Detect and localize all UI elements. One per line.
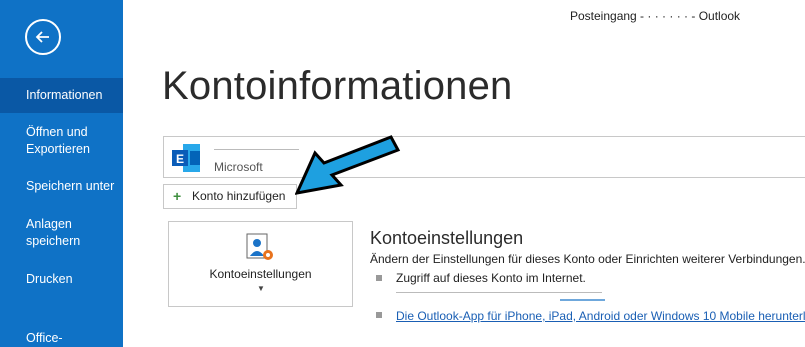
sidebar-item-informationen[interactable]: Informationen	[0, 78, 123, 113]
sidebar-item-oeffnen-exportieren[interactable]: Öffnen und Exportieren	[0, 124, 110, 158]
sidebar-item-label: Speichern unter	[26, 179, 115, 193]
add-account-button[interactable]: + Konto hinzufügen	[163, 184, 297, 209]
redacted-link-underline	[560, 299, 605, 301]
sidebar-item-anlagen-speichern[interactable]: Anlagen speichern	[0, 216, 110, 250]
account-selector[interactable]: E Microsoft	[163, 136, 805, 178]
svg-text:E: E	[176, 152, 184, 166]
account-settings-icon	[246, 233, 273, 260]
dropdown-caret-icon: ▼	[257, 284, 265, 293]
sidebar-item-speichern-unter[interactable]: Speichern unter	[0, 178, 123, 195]
add-account-label: Konto hinzufügen	[192, 189, 286, 203]
sidebar-item-drucken[interactable]: Drucken	[0, 271, 123, 288]
sidebar-item-office[interactable]: Office-	[0, 330, 123, 347]
bullet-icon	[376, 275, 382, 281]
section-title: Kontoeinstellungen	[370, 228, 524, 248]
account-type: Microsoft	[214, 160, 263, 174]
redacted-link	[396, 292, 602, 293]
web-access-text: Zugriff auf dieses Konto im Internet.	[396, 271, 586, 285]
outlook-app-download-link[interactable]: Die Outlook-App für iPhone, iPad, Androi…	[396, 309, 805, 323]
sidebar-item-label: Office-	[26, 331, 63, 345]
backstage-sidebar: Informationen Öffnen und Exportieren Spe…	[0, 0, 123, 347]
plus-icon: +	[173, 188, 182, 204]
page-title: Kontoinformationen	[162, 64, 513, 108]
sidebar-item-label: Drucken	[26, 272, 73, 286]
exchange-icon: E	[172, 144, 200, 172]
window-title: Posteingang - · · · · · · - Outlook	[570, 9, 741, 23]
account-settings-button[interactable]: Kontoeinstellungen ▼	[168, 221, 353, 307]
bullet-icon	[376, 312, 382, 318]
section-description: Ändern der Einstellungen für dieses Kont…	[370, 252, 805, 266]
account-name-redacted	[214, 149, 299, 150]
sidebar-item-label: Öffnen und Exportieren	[26, 125, 90, 156]
sidebar-item-label: Anlagen speichern	[26, 217, 81, 248]
back-icon[interactable]	[25, 19, 61, 55]
account-settings-label: Kontoeinstellungen	[209, 267, 312, 281]
annotation-arrow-icon	[295, 135, 401, 195]
sidebar-item-label: Informationen	[26, 88, 103, 102]
